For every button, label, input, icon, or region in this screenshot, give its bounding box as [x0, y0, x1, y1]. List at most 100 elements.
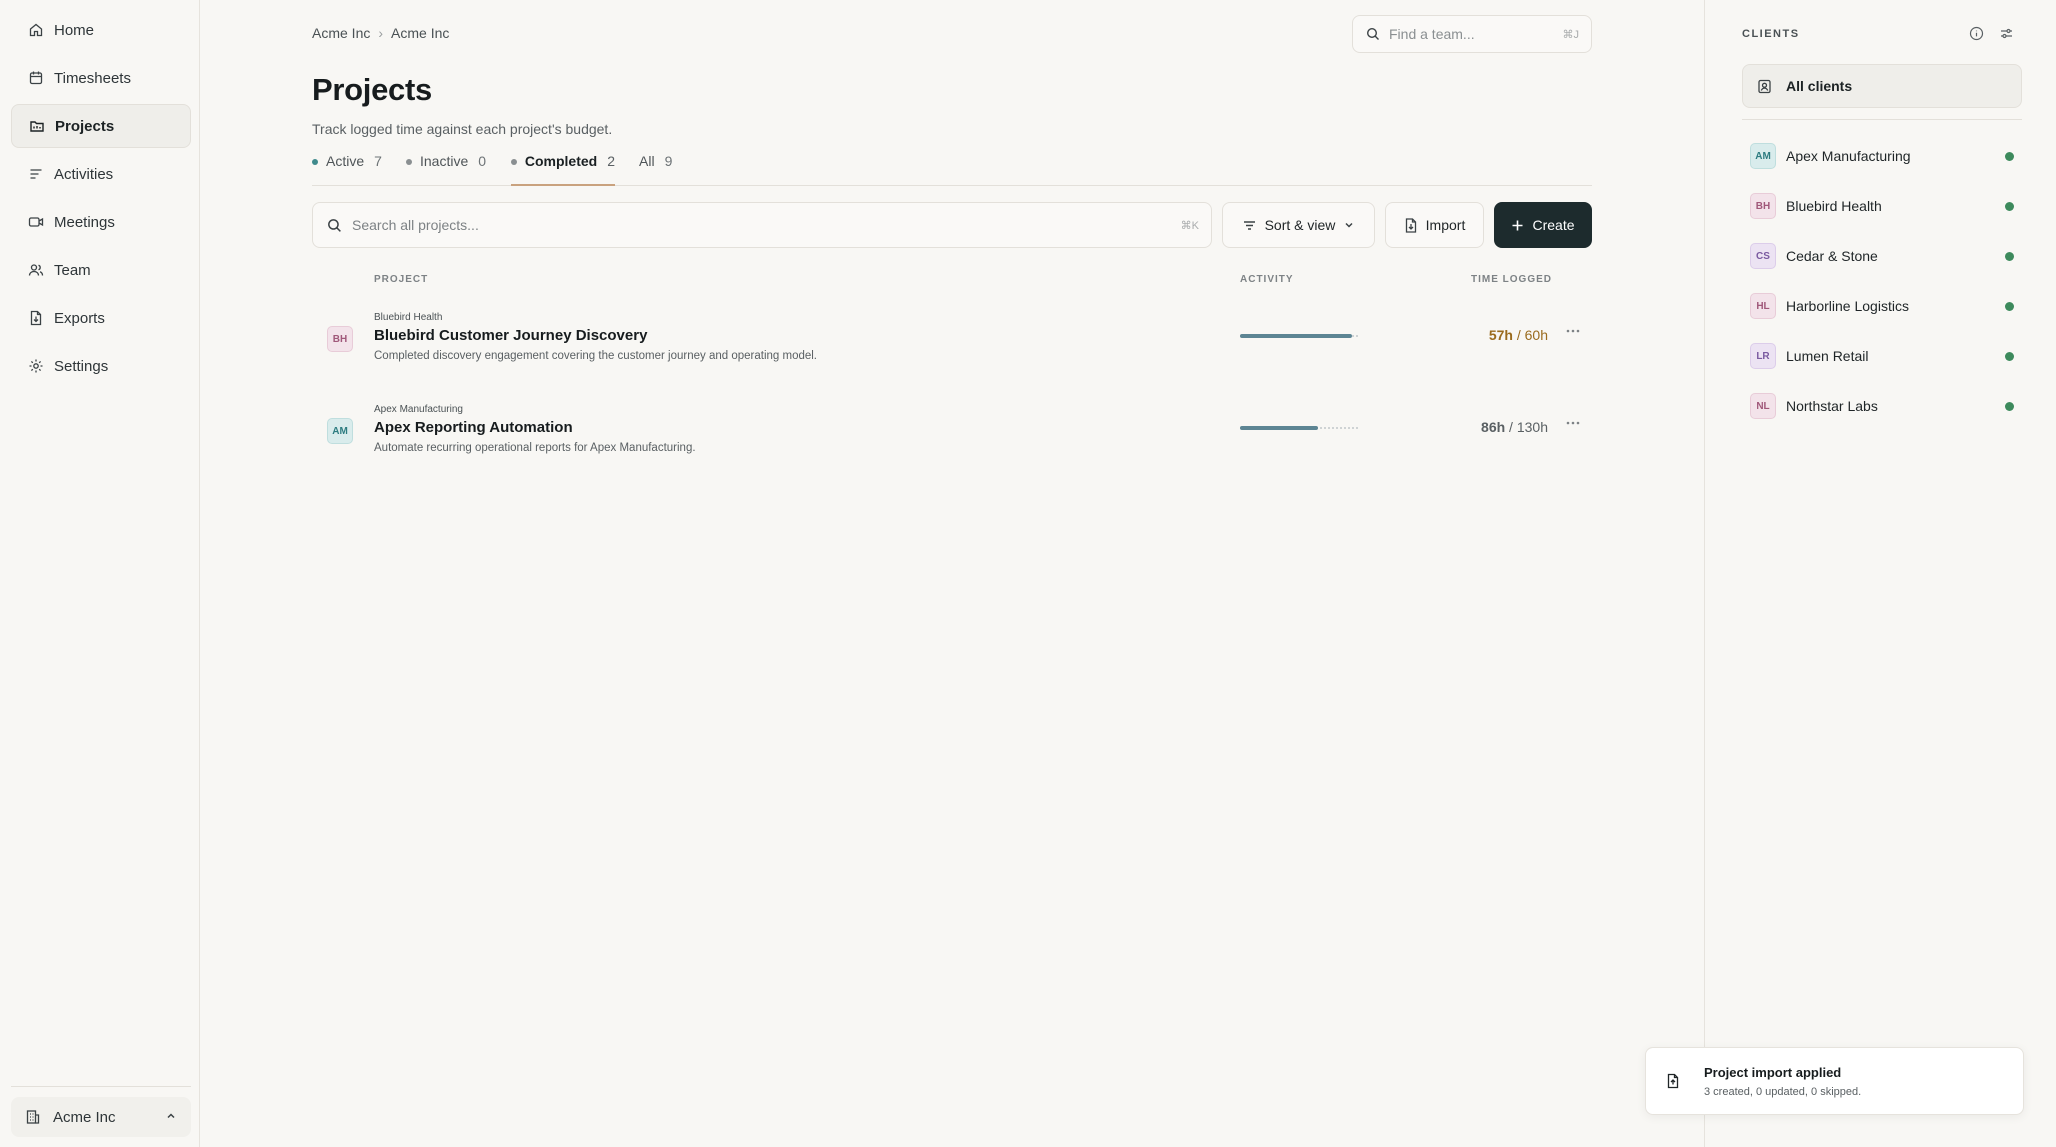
building-icon: [25, 1109, 41, 1125]
search-shortcut: ⌘K: [1180, 219, 1199, 232]
chevron-up-icon: [165, 1110, 177, 1122]
client-name: Cedar & Stone: [1786, 248, 1878, 264]
client-avatar: AM: [327, 418, 353, 444]
all-clients-label: All clients: [1786, 78, 1853, 94]
org-switcher[interactable]: Acme Inc: [11, 1097, 191, 1137]
sidebar-item-activities[interactable]: Activities: [11, 152, 191, 196]
sidebar-item-label: Activities: [54, 165, 114, 183]
project-description: Automate recurring operational reports f…: [374, 442, 696, 454]
search-projects-input[interactable]: Search all projects... ⌘K: [312, 202, 1212, 248]
page-title: Projects: [312, 72, 432, 107]
sidebar-item-meetings[interactable]: Meetings: [11, 200, 191, 244]
tab-count: 0: [478, 153, 487, 169]
table-row[interactable]: AM Apex Manufacturing Apex Reporting Aut…: [312, 402, 1592, 494]
client-name: Apex Manufacturing: [1786, 148, 1911, 164]
search-icon: [327, 218, 342, 233]
breadcrumb-separator: ›: [378, 25, 384, 41]
column-header-time-logged: TIME LOGGED: [1471, 274, 1552, 285]
client-avatar: CS: [1750, 243, 1776, 269]
time-logged: 57h / 60h: [1488, 327, 1548, 343]
client-item[interactable]: BH Bluebird Health: [1750, 191, 2014, 221]
sidebar-item-label: Team: [54, 261, 91, 279]
time-budget-value: 130h: [1516, 419, 1548, 435]
sidebar: Home Timesheets Projects Activities Meet…: [0, 0, 200, 1147]
project-name[interactable]: Bluebird Customer Journey Discovery: [374, 327, 647, 344]
tab-label: Active: [326, 153, 365, 169]
tab-completed[interactable]: Completed 2: [511, 153, 615, 186]
activity-bar: [1240, 334, 1358, 338]
client-avatar: LR: [1750, 343, 1776, 369]
status-dot: [2005, 251, 2014, 261]
more-icon[interactable]: [1566, 329, 1580, 333]
tab-all[interactable]: All 9: [639, 153, 672, 186]
status-dot: [2005, 151, 2014, 161]
project-name[interactable]: Apex Reporting Automation: [374, 419, 573, 436]
calendar-icon: [28, 70, 44, 86]
sidebar-item-settings[interactable]: Settings: [11, 344, 191, 388]
sidebar-item-team[interactable]: Team: [11, 248, 191, 292]
tab-dot: [511, 159, 517, 165]
video-icon: [28, 214, 44, 230]
project-description: Completed discovery engagement covering …: [374, 350, 818, 362]
status-dot: [2005, 351, 2014, 361]
status-dot: [2005, 301, 2014, 311]
sidebar-divider: [11, 1086, 191, 1087]
tab-label: Completed: [524, 153, 598, 169]
status-dot: [2005, 201, 2014, 211]
client-item[interactable]: AM Apex Manufacturing: [1750, 141, 2014, 171]
column-header-project: PROJECT: [374, 274, 429, 285]
users-icon: [28, 262, 44, 278]
all-clients-button[interactable]: All clients: [1742, 64, 2022, 108]
team-search-input[interactable]: Find a team... ⌘J: [1352, 15, 1592, 53]
breadcrumb-item[interactable]: Acme Inc: [312, 25, 370, 41]
chevron-down-icon: [1343, 219, 1355, 231]
create-button[interactable]: Create: [1494, 202, 1592, 248]
clients-title: CLIENTS: [1742, 28, 1800, 40]
create-label: Create: [1532, 217, 1575, 233]
client-avatar: BH: [1750, 193, 1776, 219]
tab-count: 7: [374, 153, 382, 169]
time-logged-value: 86h: [1481, 419, 1506, 435]
sidebar-item-projects[interactable]: Projects: [11, 104, 191, 148]
activity-fill: [1240, 334, 1353, 338]
gear-icon: [28, 358, 44, 374]
client-item[interactable]: LR Lumen Retail: [1750, 341, 2014, 371]
table-row[interactable]: BH Bluebird Health Bluebird Customer Jou…: [312, 310, 1592, 402]
plus-icon: [1511, 219, 1524, 232]
sidebar-item-timesheets[interactable]: Timesheets: [11, 56, 191, 100]
search-projects-placeholder: Search all projects...: [352, 217, 479, 233]
tab-active[interactable]: Active 7: [312, 153, 382, 186]
status-tabs: Active 7 Inactive 0 Completed 2 All 9: [312, 150, 1592, 186]
project-client: Bluebird Health: [374, 312, 443, 323]
client-name: Bluebird Health: [1786, 198, 1882, 214]
sidebar-item-label: Projects: [55, 117, 115, 135]
client-name: Northstar Labs: [1786, 398, 1878, 414]
sidebar-item-label: Meetings: [54, 213, 115, 231]
sidebar-item-label: Exports: [54, 309, 105, 327]
import-button[interactable]: Import: [1385, 202, 1484, 248]
client-item[interactable]: HL Harborline Logistics: [1750, 291, 2014, 321]
toast-message: 3 created, 0 updated, 0 skipped.: [1704, 1086, 1862, 1098]
more-icon[interactable]: [1566, 421, 1580, 425]
contacts-icon: [1757, 79, 1772, 94]
sidebar-item-exports[interactable]: Exports: [11, 296, 191, 340]
page-subtitle: Track logged time against each project's…: [312, 121, 613, 137]
home-icon: [28, 22, 44, 38]
list-icon: [28, 166, 44, 182]
client-item[interactable]: CS Cedar & Stone: [1750, 241, 2014, 271]
tab-count: 9: [664, 153, 673, 169]
client-item[interactable]: NL Northstar Labs: [1750, 391, 2014, 421]
tab-dot: [312, 159, 318, 165]
toast-notification[interactable]: Project import applied 3 created, 0 upda…: [1645, 1047, 2024, 1115]
client-avatar: HL: [1750, 293, 1776, 319]
info-icon[interactable]: [1969, 26, 1984, 41]
sidebar-item-home[interactable]: Home: [11, 8, 191, 52]
tab-inactive[interactable]: Inactive 0: [406, 153, 486, 186]
project-client: Apex Manufacturing: [374, 404, 463, 415]
client-name: Lumen Retail: [1786, 348, 1869, 364]
breadcrumb-item[interactable]: Acme Inc: [391, 25, 449, 41]
sort-view-button[interactable]: Sort & view: [1222, 202, 1375, 248]
sliders-icon[interactable]: [1999, 26, 2014, 41]
tab-count: 2: [607, 153, 615, 169]
client-name: Harborline Logistics: [1786, 298, 1909, 314]
